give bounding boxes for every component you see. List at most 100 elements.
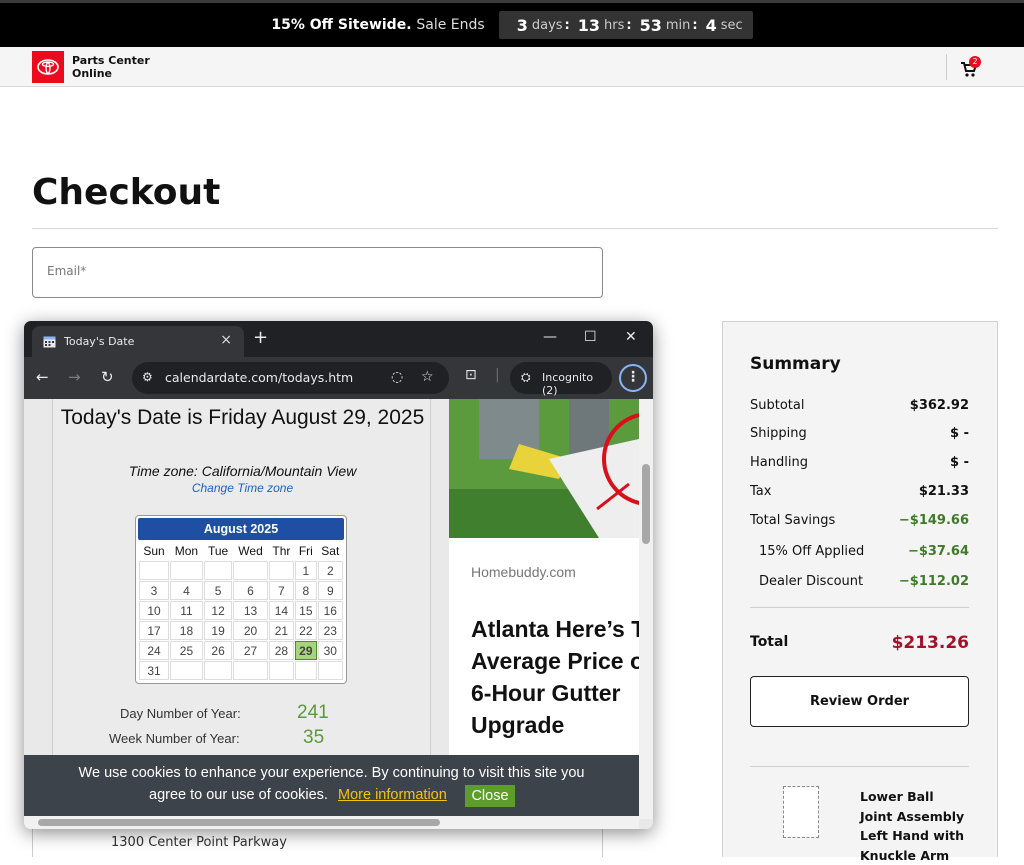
search-tab-icon[interactable]: ⊡	[465, 367, 477, 383]
week-of-year-value: 35	[303, 727, 325, 748]
calendar-day[interactable]: 4	[170, 581, 203, 600]
calendar-day[interactable]: 15	[295, 601, 317, 620]
site-info-icon[interactable]: ⚙	[142, 370, 153, 384]
calendar-day[interactable]: 10	[139, 601, 170, 620]
weekday-header: Thr	[272, 543, 291, 558]
calendar-day[interactable]: 16	[317, 601, 343, 620]
address-bar[interactable]: ⚙ calendardate.com/todays.htm ◌ ☆	[132, 362, 449, 394]
calendar-week: 17 18 19 20 21 22 23	[139, 621, 343, 640]
browser-menu-icon[interactable]: ⋮	[619, 364, 647, 392]
calendar-day[interactable]: 19	[203, 621, 233, 640]
change-timezone-link[interactable]: Change Time zone	[53, 481, 432, 495]
ad-source[interactable]: Homebuddy.com	[471, 564, 576, 580]
calendar-day[interactable]: 28	[268, 641, 295, 660]
tab-close-icon[interactable]: ×	[220, 332, 232, 348]
incognito-indicator[interactable]: ⛭ Incognito (2)	[510, 362, 612, 397]
calendar-day[interactable]: 31	[139, 661, 170, 680]
weekday-header: Fri	[298, 543, 313, 558]
summary-row-tax: Tax $21.33	[750, 484, 969, 499]
new-tab-icon[interactable]: +	[253, 327, 268, 348]
calendar-day[interactable]: 22	[295, 621, 317, 640]
browser-titlebar: Today's Date × + — ☐ ✕	[24, 321, 653, 357]
calendar-day[interactable]: 18	[170, 621, 203, 640]
product-name[interactable]: Lower Ball Joint Assembly Left Hand with…	[860, 787, 970, 865]
calendar-day[interactable]: 6	[233, 581, 268, 600]
browser-toolbar: ← → ↻ ⚙ calendardate.com/todays.htm ◌ ☆ …	[24, 357, 653, 399]
calendar-day[interactable]: 21	[268, 621, 295, 640]
calendar-day[interactable]: 7	[268, 581, 295, 600]
calendar-day[interactable]: 2	[317, 561, 343, 580]
calendar-day[interactable]: 20	[233, 621, 268, 640]
calendar-day[interactable]: 5	[203, 581, 233, 600]
calendar-icon	[43, 335, 56, 348]
cookie-more-info-link[interactable]: More information	[338, 787, 447, 803]
ad-image[interactable]	[449, 399, 639, 538]
bookmark-star-icon[interactable]: ☆	[421, 369, 434, 385]
cookie-banner: We use cookies to enhance your experienc…	[24, 755, 639, 816]
calendar-week: 24 25 26 27 28 29 30	[139, 641, 343, 660]
reload-icon[interactable]: ↻	[101, 368, 114, 386]
title-divider	[32, 228, 998, 229]
calendar-day[interactable]: 25	[170, 641, 203, 660]
cookie-text-line2: agree to our use of cookies.	[149, 787, 328, 803]
brand-name[interactable]: Parts Center Online	[72, 54, 150, 80]
site-header: Parts Center Online 2	[0, 47, 1024, 87]
total-label: Total	[750, 634, 789, 650]
calendar-day[interactable]: 9	[317, 581, 343, 600]
summary-divider	[750, 607, 969, 608]
horizontal-scrollbar[interactable]	[24, 816, 639, 829]
browser-window: Today's Date × + — ☐ ✕ ← → ↻ ⚙ calendard…	[24, 321, 653, 829]
calendar-week: 12	[139, 561, 343, 580]
calendar-day[interactable]: 14	[268, 601, 295, 620]
calendar-empty-cell	[268, 561, 295, 580]
browser-tab[interactable]: Today's Date ×	[32, 326, 244, 357]
cookie-close-button[interactable]: Close	[465, 785, 515, 807]
forward-icon[interactable]: →	[68, 368, 81, 386]
maximize-icon[interactable]: ☐	[584, 329, 597, 345]
calendar-day[interactable]: 26	[203, 641, 233, 660]
calendar-empty-cell	[203, 561, 233, 580]
header-divider	[946, 54, 947, 80]
page-viewport: Today's Date is Friday August 29, 2025 T…	[24, 399, 653, 829]
calendar-empty-cell	[317, 661, 343, 680]
page-title: Checkout	[32, 172, 221, 213]
calendar-empty-cell	[233, 661, 268, 680]
review-order-button[interactable]: Review Order	[750, 676, 969, 727]
calendar-day[interactable]: 27	[233, 641, 268, 660]
calendar-day[interactable]: 8	[295, 581, 317, 600]
week-of-year-label: Week Number of Year:	[109, 731, 240, 746]
horizontal-scrollbar-thumb[interactable]	[38, 819, 440, 826]
toyota-logo-icon[interactable]	[32, 51, 64, 83]
calendar-grid: Sun Mon Tue Wed Thr Fri Sat 1 2 3 4 5 6 7 8 9 10 11 12 13 1…	[138, 540, 344, 681]
ad-headline[interactable]: Atlanta Here’s T Average Price o 6-Hour …	[471, 613, 653, 741]
day-of-year-label: Day Number of Year:	[120, 706, 241, 721]
eye-off-icon[interactable]: ◌	[391, 369, 403, 385]
email-field[interactable]: Email*	[32, 247, 603, 298]
minimize-icon[interactable]: —	[543, 329, 557, 345]
calendar-day[interactable]: 30	[317, 641, 343, 660]
cookie-text-line1: We use cookies to enhance your experienc…	[78, 765, 585, 781]
day-of-year-value: 241	[297, 702, 329, 723]
calendar-day[interactable]: 11	[170, 601, 203, 620]
promo-sale-ends: Sale Ends	[416, 17, 485, 33]
calendar-empty-cell	[170, 661, 203, 680]
weekday-header: Mon	[174, 543, 199, 558]
calendar-day[interactable]: 12	[203, 601, 233, 620]
back-icon[interactable]: ←	[36, 368, 49, 386]
calendar-day[interactable]: 23	[317, 621, 343, 640]
calendar-empty-cell	[233, 561, 268, 580]
calendar-day[interactable]: 1	[295, 561, 317, 580]
vertical-scrollbar-thumb[interactable]	[642, 464, 650, 544]
calendar-day[interactable]: 3	[139, 581, 170, 600]
vertical-scrollbar[interactable]	[639, 399, 653, 819]
calendar-widget: August 2025 Sun Mon Tue Wed Thr Fri Sat 123456…	[135, 515, 347, 684]
calendar-day[interactable]: 29	[295, 641, 317, 660]
countdown-seconds: 4	[705, 15, 717, 35]
weekday-header: Wed	[238, 543, 263, 558]
close-window-icon[interactable]: ✕	[625, 329, 637, 345]
calendar-day[interactable]: 17	[139, 621, 170, 640]
calendar-day[interactable]: 13	[233, 601, 268, 620]
product-thumbnail	[783, 786, 819, 838]
calendar-week: 10 11 12 13 14 15 16	[139, 601, 343, 620]
calendar-day[interactable]: 24	[139, 641, 170, 660]
